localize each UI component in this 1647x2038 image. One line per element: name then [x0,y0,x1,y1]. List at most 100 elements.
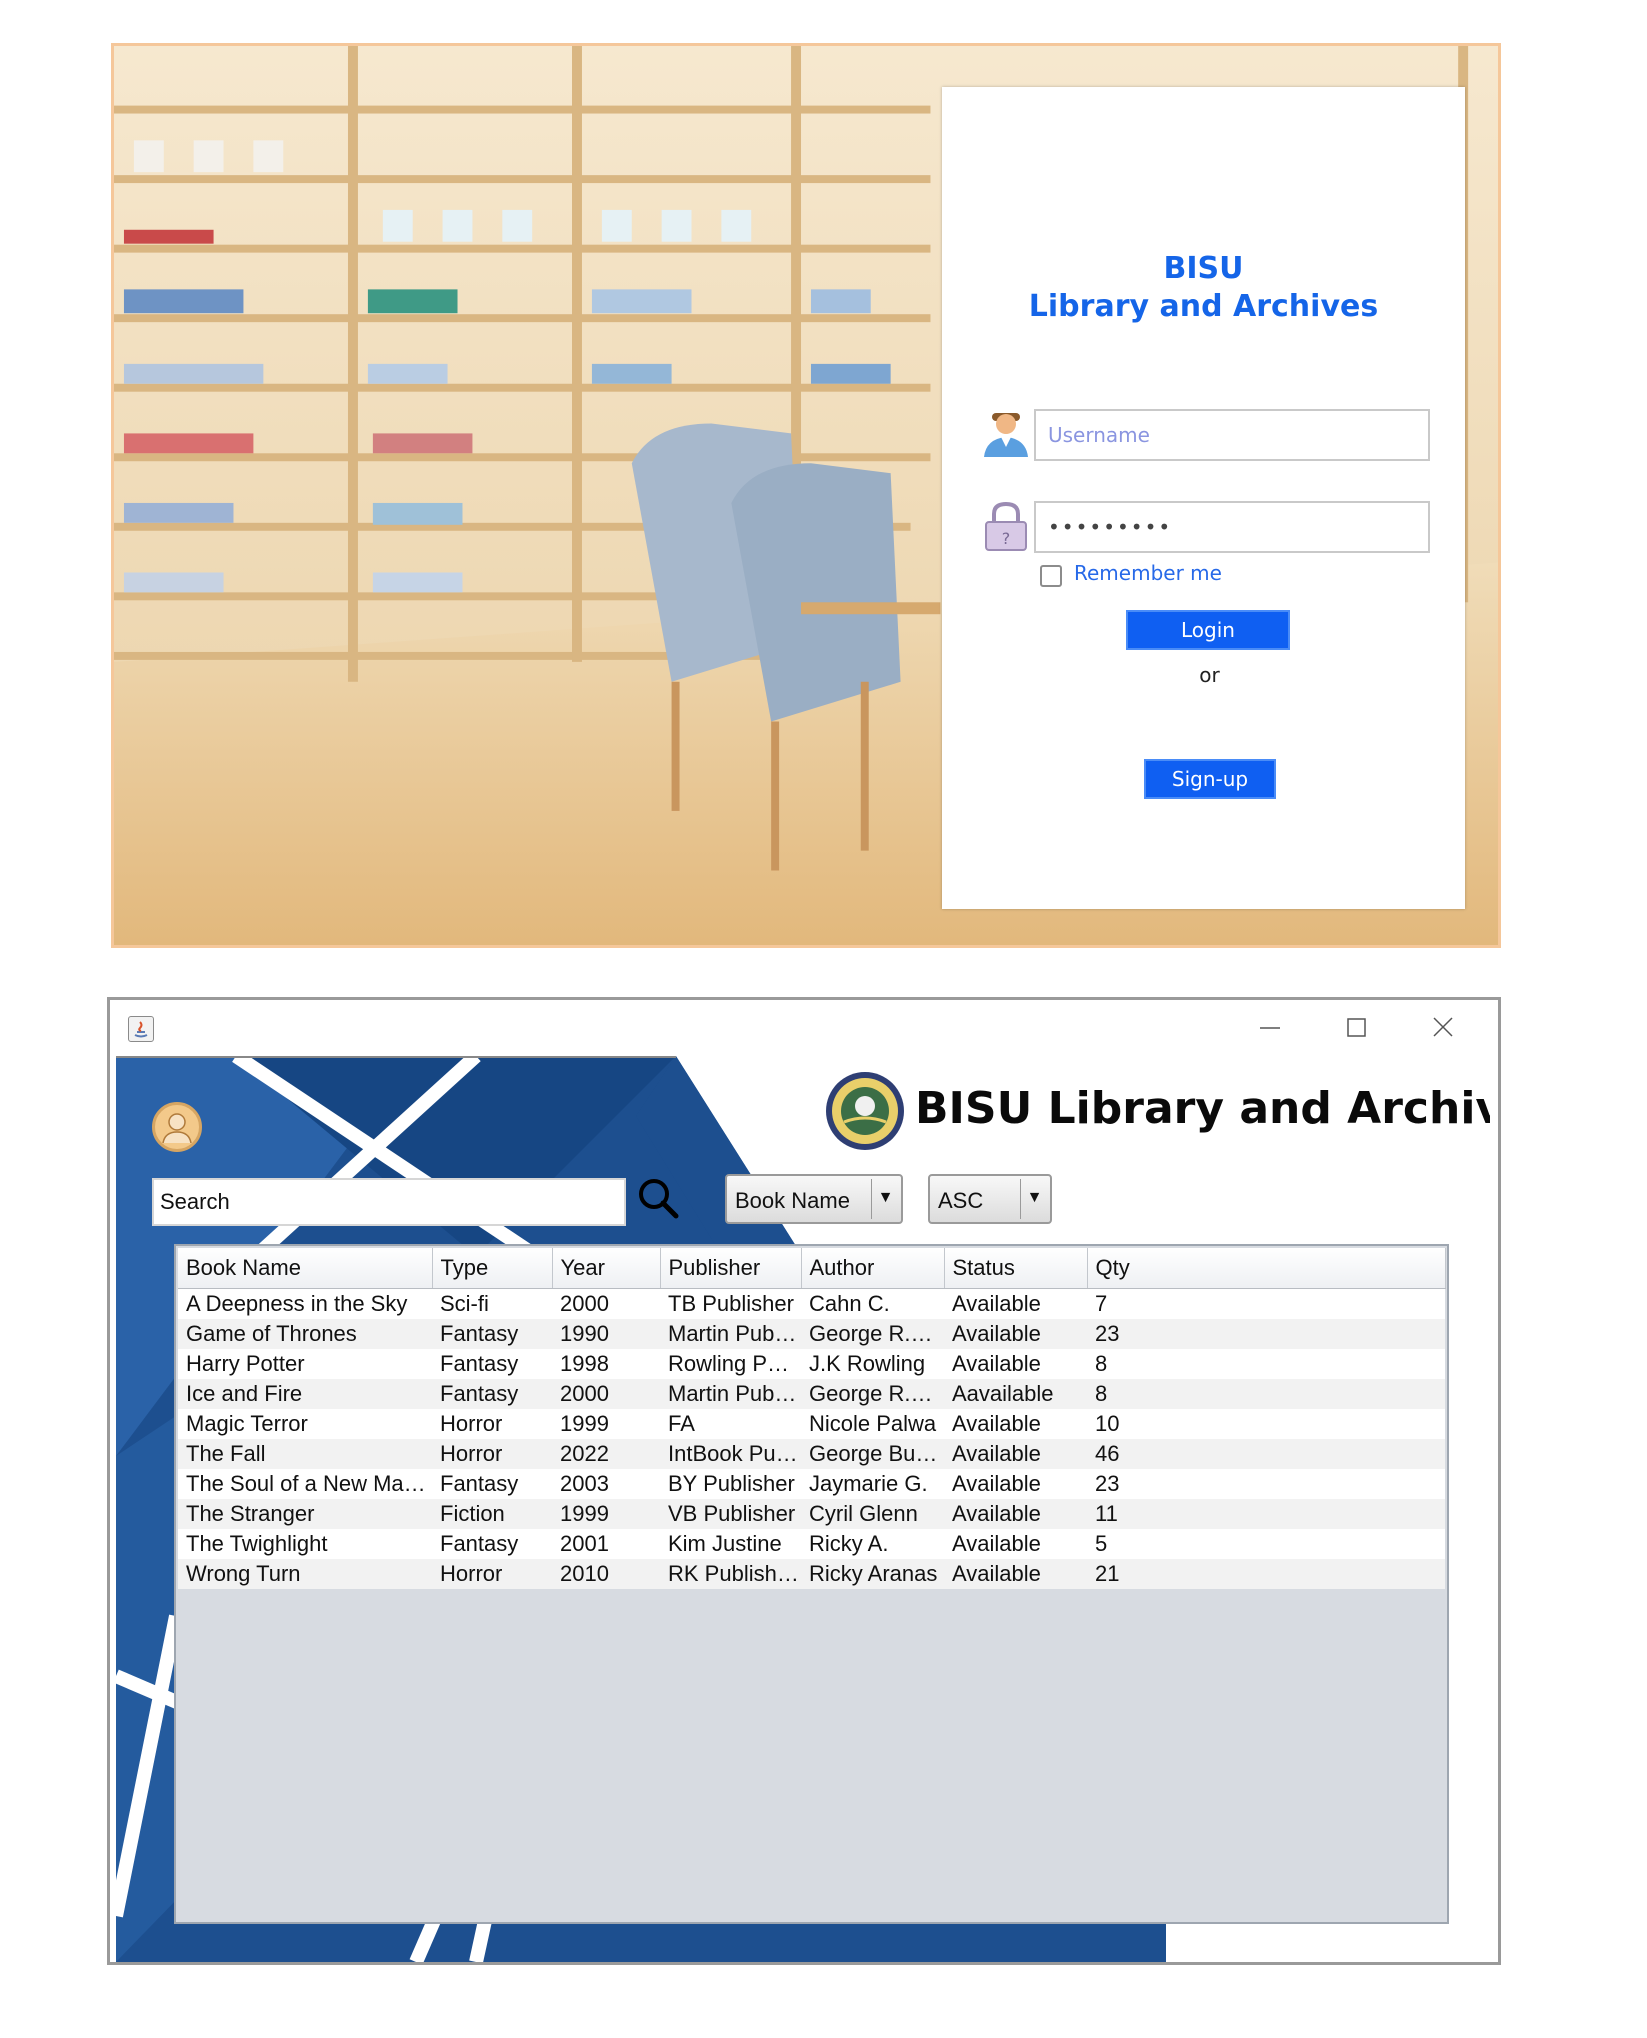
qty-cell[interactable]: 46 [1087,1439,1445,1469]
status-cell[interactable]: Available [944,1409,1087,1439]
year-cell[interactable]: 2003 [552,1469,660,1499]
year-cell[interactable]: 2010 [552,1559,660,1589]
author-cell[interactable]: J.K Rowling [801,1349,944,1379]
publisher-cell[interactable]: IntBook Publish... [660,1439,801,1469]
publisher-cell[interactable]: Martin Publishin... [660,1319,801,1349]
qty-cell[interactable]: 10 [1087,1409,1445,1439]
table-row[interactable]: A Deepness in the Sky Sci-fi 2000 TB Publis… [178,1288,1445,1319]
publisher-cell[interactable]: TB Publisher [660,1288,801,1319]
book-name-cell[interactable]: Harry Potter [178,1349,432,1379]
column-header-type[interactable]: Type [432,1248,553,1289]
book-name-cell[interactable]: Magic Terror [178,1409,432,1439]
status-cell[interactable]: Available [944,1499,1087,1529]
status-cell[interactable]: Available [944,1559,1087,1589]
qty-cell[interactable]: 21 [1087,1559,1445,1589]
type-cell[interactable]: Fantasy [432,1379,552,1409]
publisher-cell[interactable]: FA [660,1409,801,1439]
book-name-cell[interactable]: The Fall [178,1439,432,1469]
chevron-down-icon[interactable]: ▼ [871,1179,899,1219]
qty-cell[interactable]: 7 [1087,1288,1445,1319]
year-cell[interactable]: 1999 [552,1409,660,1439]
author-cell[interactable]: Nicole Palwa [801,1409,944,1439]
year-cell[interactable]: 2001 [552,1529,660,1559]
publisher-cell[interactable]: Kim Justine [660,1529,801,1559]
remember-me-checkbox[interactable] [1040,565,1062,587]
avatar[interactable] [152,1102,202,1152]
qty-cell[interactable]: 23 [1087,1469,1445,1499]
author-cell[interactable]: Ricky Aranas [801,1559,944,1589]
remember-me-label[interactable]: Remember me [1074,561,1222,585]
publisher-cell[interactable]: VB Publisher [660,1499,801,1529]
signup-button[interactable]: Sign-up [1144,759,1276,799]
book-name-cell[interactable]: Ice and Fire [178,1379,432,1409]
type-cell[interactable]: Fiction [432,1499,552,1529]
status-cell[interactable]: Available [944,1349,1087,1379]
password-field[interactable] [1034,501,1430,553]
publisher-cell[interactable]: Martin Publishin... [660,1379,801,1409]
type-cell[interactable]: Fantasy [432,1529,552,1559]
type-cell[interactable]: Fantasy [432,1349,552,1379]
year-cell[interactable]: 2000 [552,1288,660,1319]
type-cell[interactable]: Fantasy [432,1469,552,1499]
status-cell[interactable]: Available [944,1529,1087,1559]
book-name-cell[interactable]: The Soul of a New Machine [178,1469,432,1499]
book-name-cell[interactable]: Wrong Turn [178,1559,432,1589]
year-cell[interactable]: 2022 [552,1439,660,1469]
publisher-cell[interactable]: Rowling Publis... [660,1349,801,1379]
type-cell[interactable]: Horror [432,1559,552,1589]
sort-column-select[interactable]: Book Name ▼ [725,1174,903,1224]
column-header-author[interactable]: Author [801,1248,945,1289]
book-name-cell[interactable]: The Twighlight [178,1529,432,1559]
status-cell[interactable]: Available [944,1319,1087,1349]
table-row[interactable]: The Soul of a New Machine Fantasy 2003 BY P… [178,1469,1445,1499]
maximize-button[interactable] [1336,1012,1376,1044]
book-name-cell[interactable]: Game of Thrones [178,1319,432,1349]
author-cell[interactable]: Jaymarie G. [801,1469,944,1499]
column-header-status[interactable]: Status [944,1248,1088,1289]
status-cell[interactable]: Available [944,1288,1087,1319]
table-row[interactable]: The FallHorror2022IntBook Publish...Geor… [178,1439,1445,1469]
qty-cell[interactable]: 8 [1087,1349,1445,1379]
search-input[interactable] [152,1178,626,1226]
publisher-cell[interactable]: BY Publisher [660,1469,801,1499]
qty-cell[interactable]: 23 [1087,1319,1445,1349]
year-cell[interactable]: 1998 [552,1349,660,1379]
book-table-panel[interactable]: Book Name Type Year Publisher Author Sta… [174,1244,1449,1924]
book-name-cell[interactable]: The Stranger [178,1499,432,1529]
username-field[interactable] [1034,409,1430,461]
author-cell[interactable]: George Bugwak [801,1439,944,1469]
table-row[interactable]: Harry PotterFantasy1998Rowling Publis...… [178,1349,1445,1379]
column-header-book-name[interactable]: Book Name [178,1248,433,1289]
author-cell[interactable]: Ricky A. [801,1529,944,1559]
status-cell[interactable]: Available [944,1469,1087,1499]
year-cell[interactable]: 1999 [552,1499,660,1529]
qty-cell[interactable]: 5 [1087,1529,1445,1559]
book-table[interactable]: Book Name Type Year Publisher Author Sta… [178,1248,1446,1589]
author-cell[interactable]: George R.R. M... [801,1379,944,1409]
table-row[interactable]: Wrong Turn Horror 2010 RK Publishing Ricky A… [178,1559,1445,1589]
type-cell[interactable]: Sci-fi [432,1288,552,1319]
table-row[interactable]: Ice and FireFantasy2000Martin Publishin.… [178,1379,1445,1409]
chevron-down-icon[interactable]: ▼ [1020,1179,1048,1219]
close-button[interactable] [1423,1012,1463,1044]
qty-cell[interactable]: 8 [1087,1379,1445,1409]
table-row[interactable]: The Stranger Fiction 1999 VB Publisher Cyril… [178,1499,1445,1529]
table-row[interactable]: Game of ThronesFantasy1990Martin Publish… [178,1319,1445,1349]
author-cell[interactable]: Cahn C. [801,1288,944,1319]
column-header-qty[interactable]: Qty [1087,1248,1446,1289]
type-cell[interactable]: Horror [432,1409,552,1439]
table-row[interactable]: Magic Terror Horror 1999 FA Nicole Palwa Avai… [178,1409,1445,1439]
status-cell[interactable]: Available [944,1439,1087,1469]
minimize-button[interactable] [1250,1012,1290,1044]
type-cell[interactable]: Fantasy [432,1319,552,1349]
sort-order-select[interactable]: ASC ▼ [928,1174,1052,1224]
table-row[interactable]: The Twighlight Fantasy 2001 Kim Justine Rick… [178,1529,1445,1559]
year-cell[interactable]: 1990 [552,1319,660,1349]
login-button[interactable]: Login [1126,610,1290,650]
column-header-year[interactable]: Year [552,1248,661,1289]
author-cell[interactable]: George R.R. M... [801,1319,944,1349]
column-header-publisher[interactable]: Publisher [660,1248,802,1289]
search-icon[interactable] [636,1176,680,1220]
qty-cell[interactable]: 11 [1087,1499,1445,1529]
type-cell[interactable]: Horror [432,1439,552,1469]
